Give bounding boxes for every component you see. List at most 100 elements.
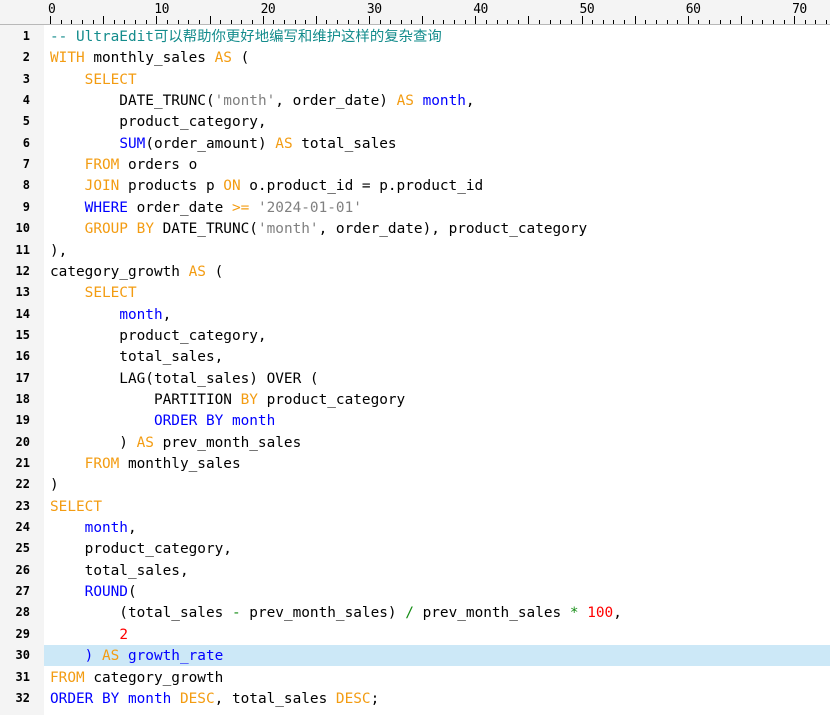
code-line[interactable]: 13 SELECT — [0, 282, 830, 303]
code-line-content[interactable]: ), — [44, 240, 830, 261]
code-line[interactable]: 11), — [0, 240, 830, 261]
code-line-content[interactable]: SELECT — [44, 282, 830, 303]
ruler-column-label: 40 — [473, 2, 488, 17]
code-line[interactable]: 9 WHERE order_date >= '2024-01-01' — [0, 197, 830, 218]
code-line[interactable]: 5 product_category, — [0, 111, 830, 132]
code-line[interactable]: 29 2 — [0, 624, 830, 645]
code-line-content[interactable]: SELECT — [44, 496, 830, 517]
code-line[interactable]: 10 GROUP BY DATE_TRUNC('month', order_da… — [0, 218, 830, 239]
code-line[interactable]: 22) — [0, 474, 830, 495]
code-line-content[interactable]: LAG(total_sales) OVER ( — [44, 368, 830, 389]
code-line[interactable]: 8 JOIN products p ON o.product_id = p.pr… — [0, 175, 830, 196]
code-line-content[interactable]: ORDER BY month DESC, total_sales DESC; — [44, 688, 830, 709]
code-line[interactable]: 6 SUM(order_amount) AS total_sales — [0, 133, 830, 154]
code-line[interactable]: 32 ORDER BY month DESC, total_sales DESC; — [0, 688, 830, 709]
line-number: 1 — [22, 29, 30, 43]
code-line-text: ) — [50, 475, 59, 495]
code-line-content[interactable]: FROM orders o — [44, 154, 830, 175]
code-line[interactable]: 23 SELECT — [0, 496, 830, 517]
code-line[interactable]: 27 ROUND( — [0, 581, 830, 602]
code-token: total_sales — [292, 135, 397, 152]
code-line-content[interactable]: ) AS prev_month_sales — [44, 432, 830, 453]
code-line[interactable]: 7 FROM orders o — [0, 154, 830, 175]
ruler-column-label: 20 — [260, 2, 276, 17]
code-line-text: total_sales, — [50, 561, 189, 581]
code-line[interactable]: 19 ORDER BY month — [0, 410, 830, 431]
code-token: , — [127, 520, 137, 537]
code-line[interactable]: 3 SELECT — [0, 69, 830, 90]
code-line-content[interactable]: ) — [44, 474, 830, 495]
code-line[interactable]: 25 product_category, — [0, 538, 830, 559]
code-line-content[interactable]: category_growth AS ( — [44, 261, 830, 282]
code-line-content[interactable]: DATE_TRUNC('month', order_date) AS month… — [44, 90, 830, 111]
ruler-tick — [475, 16, 477, 24]
code-line-content[interactable]: PARTITION BY product_category — [44, 389, 830, 410]
code-line-content[interactable]: ROUND( — [44, 581, 830, 602]
code-line[interactable]: 20 ) AS prev_month_sales — [0, 432, 830, 453]
code-token: WITH — [50, 50, 85, 67]
code-line[interactable]: 31 FROM category_growth — [0, 667, 830, 688]
code-line[interactable]: 14 month, — [0, 304, 830, 325]
ruler-tick — [220, 20, 222, 24]
code-token: product_category, — [50, 327, 267, 344]
line-number: 24 — [15, 520, 30, 535]
code-token: , order_date) — [275, 93, 397, 110]
code-line-content[interactable]: -- UltraEdit可以帮助你更好地编写和维护这样的复杂查询 — [44, 26, 830, 47]
code-token: AS — [136, 434, 154, 451]
ruler-tick — [560, 20, 562, 24]
code-line-content[interactable]: WITH monthly_sales AS ( — [44, 47, 830, 68]
code-line-text: product_category, — [50, 112, 266, 132]
code-line-content[interactable]: 2 — [44, 624, 830, 645]
code-line-content[interactable]: ) AS growth_rate — [44, 645, 830, 667]
code-line-text: DATE_TRUNC('month', order_date) AS month… — [50, 91, 474, 111]
code-line-content[interactable]: JOIN products p ON o.product_id = p.prod… — [44, 175, 830, 196]
code-line-content[interactable]: total_sales, — [44, 560, 830, 581]
code-line[interactable]: 21 FROM monthly_sales — [0, 453, 830, 474]
code-line-content[interactable]: month, — [44, 517, 830, 538]
ruler-tick — [326, 20, 328, 24]
line-number: 21 — [15, 456, 30, 470]
code-line-content[interactable]: GROUP BY DATE_TRUNC('month', order_date)… — [44, 218, 830, 239]
code-line-content[interactable]: FROM category_growth — [44, 667, 830, 688]
line-number: 15 — [15, 327, 30, 342]
code-line-text: LAG(total_sales) OVER ( — [50, 369, 318, 389]
code-token: , — [613, 605, 622, 622]
code-line-content[interactable]: product_category, — [44, 325, 830, 346]
line-number: 14 — [15, 306, 30, 321]
code-line-content[interactable]: total_sales, — [44, 346, 830, 367]
code-token: prev_month_sales) — [240, 605, 406, 622]
code-line-content[interactable]: ORDER BY month — [44, 410, 830, 431]
code-line[interactable]: 15 product_category, — [0, 325, 830, 346]
code-line[interactable]: 24 month, — [0, 517, 830, 538]
code-line-text: product_category, — [50, 326, 267, 346]
code-line-content[interactable]: (total_sales - prev_month_sales) / prev_… — [44, 602, 830, 623]
ruler-column-label: 70 — [792, 2, 807, 17]
code-line[interactable]: 17 LAG(total_sales) OVER ( — [0, 368, 830, 389]
code-line[interactable]: 26 total_sales, — [0, 560, 830, 581]
code-line[interactable]: 16 total_sales, — [0, 346, 830, 367]
code-token: SELECT — [50, 498, 102, 515]
code-line-content[interactable]: SELECT — [44, 69, 830, 90]
ruler-tick — [794, 16, 796, 24]
ruler-tick — [507, 20, 509, 24]
code-line[interactable]: 4 DATE_TRUNC('month', order_date) AS mon… — [0, 90, 830, 111]
code-line-content[interactable]: product_category, — [44, 538, 830, 559]
code-line[interactable]: 2 WITH monthly_sales AS ( — [0, 47, 830, 68]
code-line[interactable]: 12 category_growth AS ( — [0, 261, 830, 282]
code-line[interactable]: 28 (total_sales - prev_month_sales) / pr… — [0, 602, 830, 623]
ruler-tick — [517, 20, 519, 24]
code-line-content[interactable]: SUM(order_amount) AS total_sales — [44, 133, 830, 154]
code-line-content[interactable]: month, — [44, 304, 830, 325]
line-number: 20 — [15, 434, 30, 449]
code-line[interactable]: 18 PARTITION BY product_category — [0, 389, 830, 410]
code-token: BY — [240, 391, 258, 408]
line-number: 23 — [15, 498, 30, 513]
ruler-tick — [539, 20, 540, 24]
ruler-tick — [432, 20, 434, 24]
code-line-content[interactable]: FROM monthly_sales — [44, 453, 830, 474]
code-line-content[interactable]: WHERE order_date >= '2024-01-01' — [44, 197, 830, 218]
code-line-content[interactable]: product_category, — [44, 111, 830, 132]
code-line[interactable]: 1 -- UltraEdit可以帮助你更好地编写和维护这样的复杂查询 — [0, 26, 830, 47]
code-line[interactable]: 30 ) AS growth_rate — [0, 645, 830, 667]
